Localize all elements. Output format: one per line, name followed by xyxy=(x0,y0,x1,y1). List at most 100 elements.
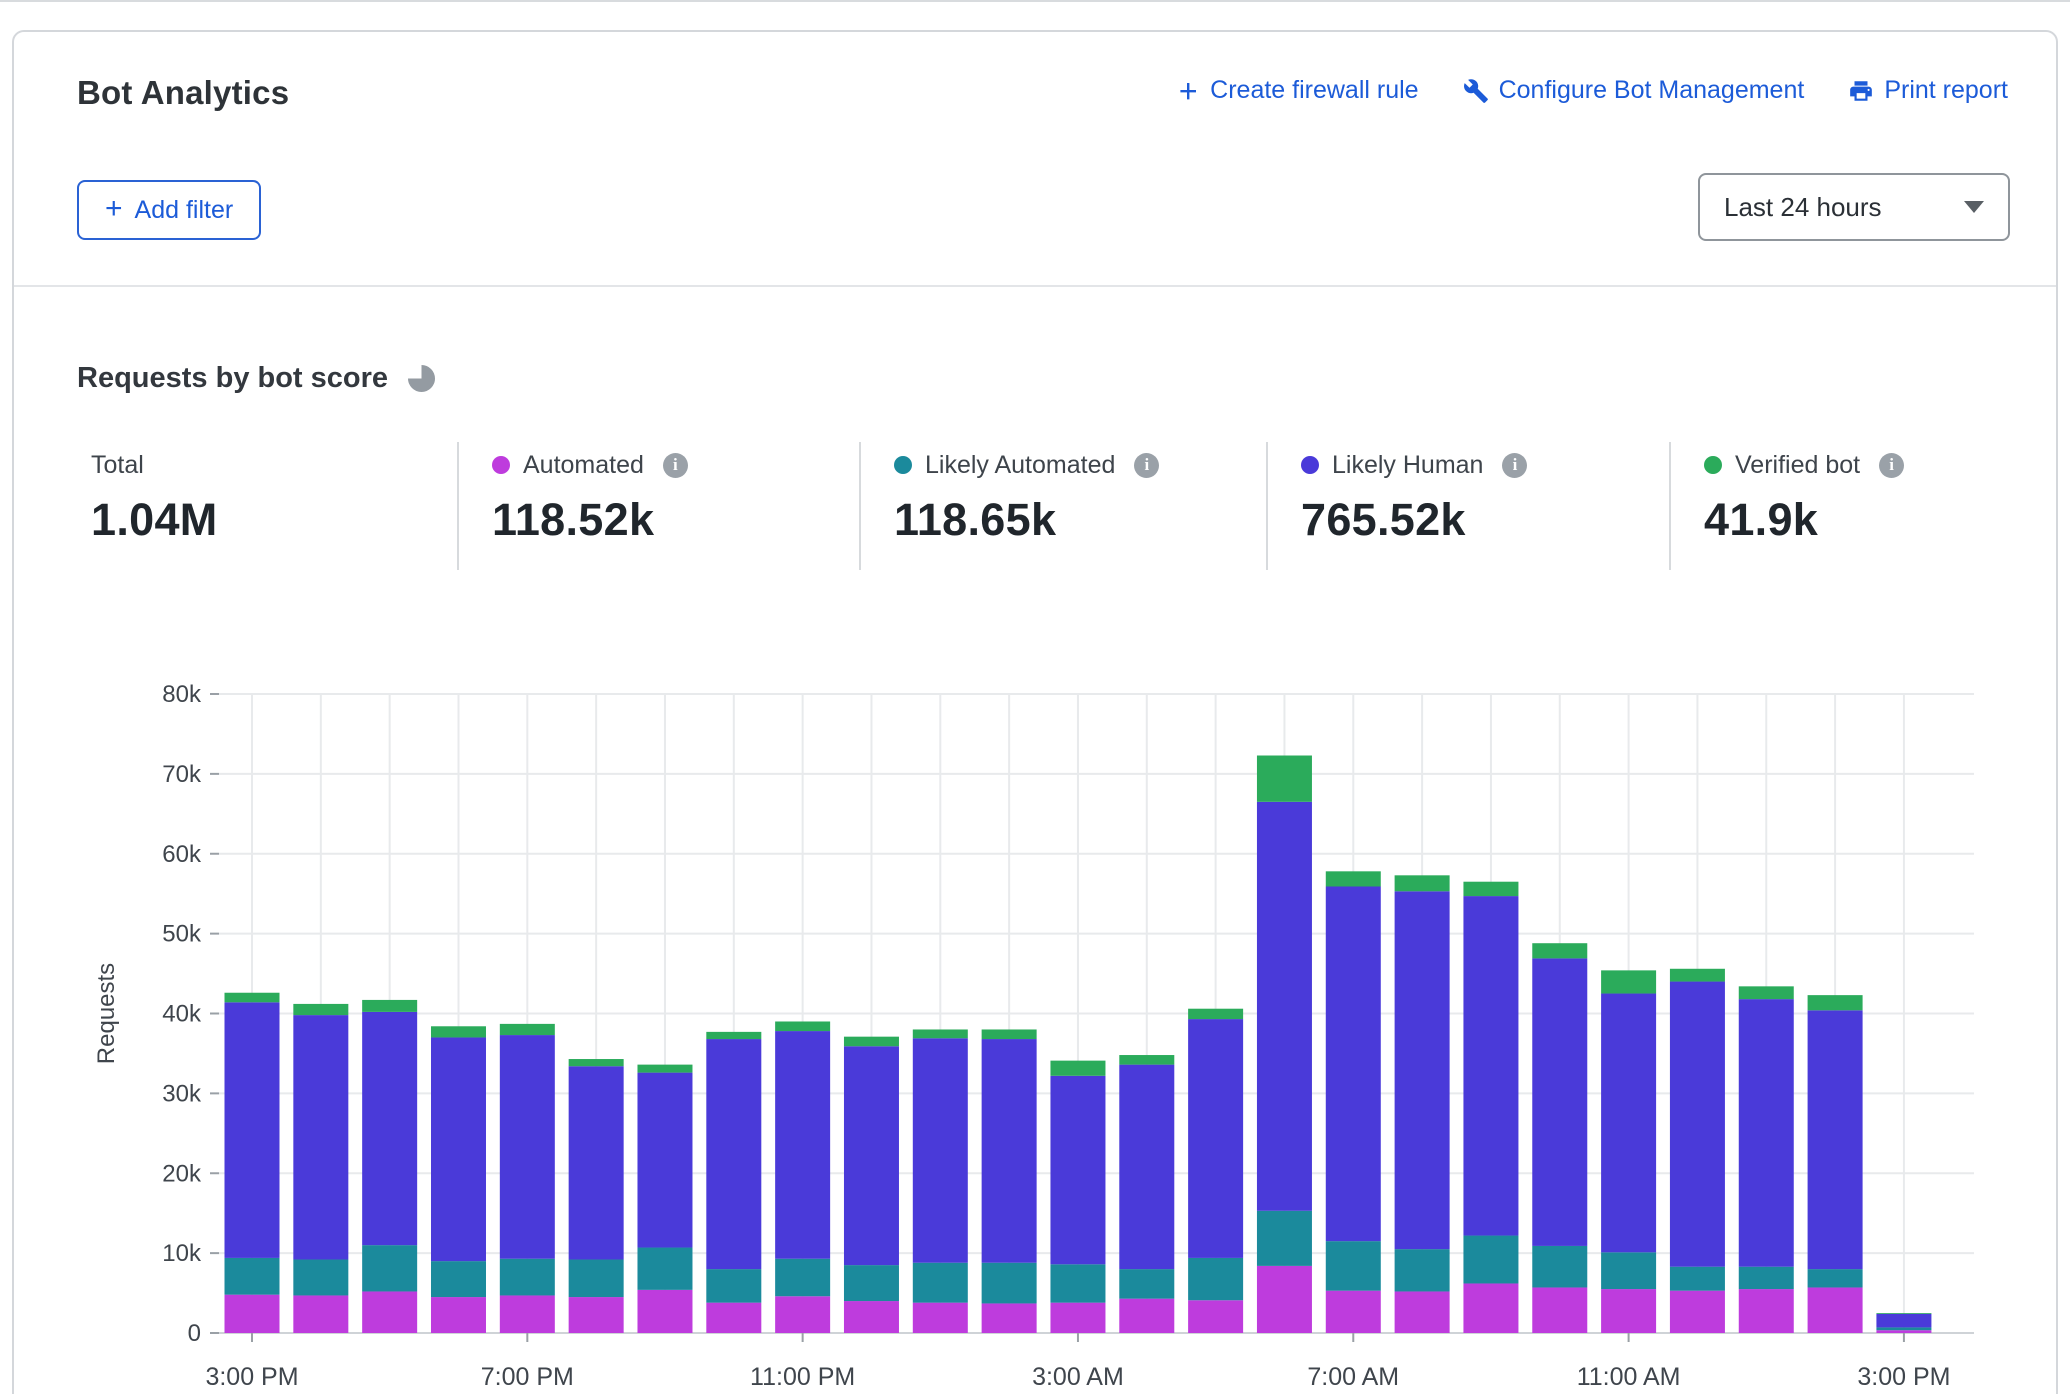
bar-segment-likely-human[interactable] xyxy=(362,1012,417,1245)
bar-segment-automated[interactable] xyxy=(1670,1291,1725,1333)
bar-segment-likely-human[interactable] xyxy=(1876,1314,1931,1328)
bar-segment-likely-automated[interactable] xyxy=(637,1248,692,1290)
bar-segment-automated[interactable] xyxy=(706,1303,761,1333)
time-range-select[interactable]: Last 24 hours xyxy=(1698,173,2010,241)
bar-segment-automated[interactable] xyxy=(1739,1289,1794,1333)
bar-segment-likely-automated[interactable] xyxy=(225,1258,280,1295)
bar-segment-likely-human[interactable] xyxy=(1670,982,1725,1267)
bar-segment-verified-bot[interactable] xyxy=(637,1065,692,1073)
bar-segment-likely-human[interactable] xyxy=(1395,891,1450,1249)
bar-segment-likely-human[interactable] xyxy=(500,1035,555,1259)
bar-segment-likely-automated[interactable] xyxy=(1739,1267,1794,1289)
bar-segment-likely-human[interactable] xyxy=(431,1037,486,1261)
bar-segment-likely-automated[interactable] xyxy=(362,1245,417,1291)
bar-segment-likely-human[interactable] xyxy=(1326,886,1381,1241)
bar-segment-verified-bot[interactable] xyxy=(1739,986,1794,999)
bar-segment-likely-human[interactable] xyxy=(1739,999,1794,1267)
bar-segment-automated[interactable] xyxy=(1119,1299,1174,1333)
bar-segment-likely-automated[interactable] xyxy=(982,1263,1037,1304)
bar-segment-likely-human[interactable] xyxy=(775,1031,830,1259)
bar-segment-likely-human[interactable] xyxy=(1532,958,1587,1246)
bar-segment-automated[interactable] xyxy=(1188,1300,1243,1333)
info-icon[interactable]: i xyxy=(663,453,688,478)
bar-segment-verified-bot[interactable] xyxy=(1463,882,1518,896)
bar-segment-automated[interactable] xyxy=(775,1296,830,1333)
bar-segment-automated[interactable] xyxy=(362,1291,417,1333)
bar-segment-likely-human[interactable] xyxy=(1808,1010,1863,1269)
bar-segment-verified-bot[interactable] xyxy=(1050,1061,1105,1076)
bar-segment-likely-automated[interactable] xyxy=(1119,1269,1174,1299)
bar-segment-likely-automated[interactable] xyxy=(431,1261,486,1297)
bar-segment-verified-bot[interactable] xyxy=(1119,1055,1174,1065)
bar-segment-likely-automated[interactable] xyxy=(1326,1241,1381,1291)
bar-segment-likely-human[interactable] xyxy=(1463,896,1518,1235)
requests-by-bot-score-chart[interactable]: 010k20k30k40k50k60k70k80k3:00 PM7:00 PM1… xyxy=(14,662,2070,1394)
bar-segment-likely-automated[interactable] xyxy=(1050,1264,1105,1302)
bar-segment-likely-automated[interactable] xyxy=(500,1259,555,1296)
bar-segment-automated[interactable] xyxy=(1876,1330,1931,1333)
bar-segment-likely-human[interactable] xyxy=(1601,994,1656,1253)
bar-segment-automated[interactable] xyxy=(1326,1291,1381,1333)
create-firewall-rule-link[interactable]: Create firewall rule xyxy=(1176,76,1418,105)
bar-segment-likely-automated[interactable] xyxy=(1670,1267,1725,1291)
bar-segment-automated[interactable] xyxy=(1395,1291,1450,1333)
bar-segment-likely-human[interactable] xyxy=(1257,802,1312,1211)
bar-segment-likely-automated[interactable] xyxy=(775,1259,830,1297)
bar-segment-automated[interactable] xyxy=(844,1301,899,1333)
bar-segment-automated[interactable] xyxy=(637,1290,692,1333)
bar-segment-likely-human[interactable] xyxy=(844,1046,899,1265)
bar-segment-likely-automated[interactable] xyxy=(706,1269,761,1303)
bar-segment-likely-human[interactable] xyxy=(982,1039,1037,1263)
bar-segment-verified-bot[interactable] xyxy=(1326,871,1381,886)
bar-segment-automated[interactable] xyxy=(500,1295,555,1333)
bar-segment-verified-bot[interactable] xyxy=(1601,970,1656,993)
bar-segment-automated[interactable] xyxy=(1532,1287,1587,1333)
bar-segment-likely-automated[interactable] xyxy=(293,1260,348,1296)
bar-segment-likely-human[interactable] xyxy=(1188,1019,1243,1258)
bar-segment-verified-bot[interactable] xyxy=(913,1029,968,1038)
bar-segment-likely-automated[interactable] xyxy=(569,1260,624,1298)
bar-segment-likely-human[interactable] xyxy=(637,1073,692,1248)
bar-segment-likely-automated[interactable] xyxy=(1395,1249,1450,1291)
bar-segment-automated[interactable] xyxy=(1601,1289,1656,1333)
bar-segment-likely-automated[interactable] xyxy=(844,1265,899,1301)
bar-segment-verified-bot[interactable] xyxy=(982,1029,1037,1039)
bar-segment-automated[interactable] xyxy=(293,1295,348,1333)
bar-segment-likely-automated[interactable] xyxy=(1808,1269,1863,1287)
bar-segment-verified-bot[interactable] xyxy=(1188,1009,1243,1019)
bar-segment-verified-bot[interactable] xyxy=(706,1032,761,1039)
bar-segment-likely-automated[interactable] xyxy=(913,1263,968,1303)
bar-segment-verified-bot[interactable] xyxy=(775,1021,830,1031)
bar-segment-likely-human[interactable] xyxy=(225,1002,280,1258)
configure-bot-management-link[interactable]: Configure Bot Management xyxy=(1463,76,1805,105)
bar-segment-likely-automated[interactable] xyxy=(1601,1252,1656,1289)
bar-segment-likely-automated[interactable] xyxy=(1532,1246,1587,1288)
bar-segment-verified-bot[interactable] xyxy=(225,993,280,1003)
bar-segment-automated[interactable] xyxy=(913,1303,968,1333)
add-filter-button[interactable]: + Add filter xyxy=(77,180,261,240)
bar-segment-verified-bot[interactable] xyxy=(844,1037,899,1047)
bar-segment-automated[interactable] xyxy=(1463,1283,1518,1333)
bar-segment-automated[interactable] xyxy=(982,1303,1037,1333)
info-icon[interactable]: i xyxy=(1134,453,1159,478)
print-report-link[interactable]: Print report xyxy=(1848,76,2008,105)
bar-segment-verified-bot[interactable] xyxy=(1532,943,1587,958)
bar-segment-verified-bot[interactable] xyxy=(1257,756,1312,802)
bar-segment-verified-bot[interactable] xyxy=(1808,995,1863,1010)
bar-segment-verified-bot[interactable] xyxy=(500,1024,555,1035)
bar-segment-verified-bot[interactable] xyxy=(431,1026,486,1037)
bar-segment-automated[interactable] xyxy=(1257,1266,1312,1333)
bar-segment-verified-bot[interactable] xyxy=(1876,1313,1931,1314)
bar-segment-likely-automated[interactable] xyxy=(1463,1236,1518,1284)
bar-segment-automated[interactable] xyxy=(431,1297,486,1333)
bar-segment-verified-bot[interactable] xyxy=(362,1000,417,1012)
bar-segment-automated[interactable] xyxy=(225,1295,280,1333)
bar-segment-verified-bot[interactable] xyxy=(569,1059,624,1066)
bar-segment-likely-human[interactable] xyxy=(1050,1076,1105,1265)
bar-segment-automated[interactable] xyxy=(1050,1303,1105,1333)
bar-segment-likely-human[interactable] xyxy=(293,1015,348,1259)
info-icon[interactable]: i xyxy=(1879,453,1904,478)
bar-segment-likely-automated[interactable] xyxy=(1257,1211,1312,1266)
bar-segment-automated[interactable] xyxy=(569,1297,624,1333)
bar-segment-likely-automated[interactable] xyxy=(1188,1258,1243,1300)
